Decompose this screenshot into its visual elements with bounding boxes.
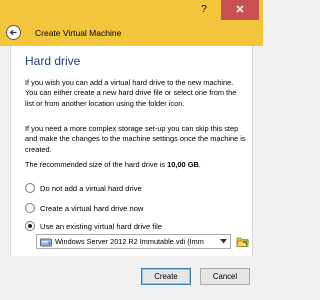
storage-hint-text: If you need a more complex storage set-u… bbox=[25, 124, 246, 154]
recommended-size-text: The recommended size of the hard drive i… bbox=[25, 160, 247, 170]
recommended-size-suffix: . bbox=[198, 160, 201, 169]
close-button[interactable]: ✕ bbox=[221, 0, 259, 20]
wizard-header: Create Virtual Machine bbox=[0, 20, 263, 46]
hard-disk-icon bbox=[40, 238, 52, 247]
recommended-size-prefix: The recommended size of the hard drive i… bbox=[25, 160, 168, 169]
window-title: Create Virtual Machine bbox=[35, 28, 122, 38]
back-arrow-icon bbox=[9, 29, 17, 36]
existing-disk-select[interactable]: Windows Server 2012 R2 Immutable.vdi (Im… bbox=[36, 234, 231, 249]
existing-disk-value: Windows Server 2012 R2 Immutable.vdi (Im… bbox=[55, 237, 204, 246]
radio-create-disk[interactable] bbox=[25, 203, 35, 213]
recommended-size-value: 10,00 GB bbox=[167, 160, 199, 169]
chevron-down-icon[interactable] bbox=[220, 239, 227, 244]
folder-icon[interactable] bbox=[236, 235, 249, 248]
radio-existing-disk[interactable] bbox=[25, 221, 35, 231]
page-title: Hard drive bbox=[25, 54, 81, 68]
option-label: Do not add a virtual hard drive bbox=[40, 184, 142, 193]
radio-selected-dot bbox=[28, 224, 32, 228]
help-button[interactable]: ? bbox=[191, 0, 217, 20]
create-button[interactable]: Create bbox=[141, 268, 191, 285]
back-button[interactable] bbox=[6, 25, 21, 40]
option-label: Use an existing virtual hard drive file bbox=[40, 222, 162, 231]
radio-no-disk[interactable] bbox=[25, 183, 35, 193]
cancel-button[interactable]: Cancel bbox=[200, 268, 250, 285]
option-label: Create a virtual hard drive now bbox=[40, 204, 144, 213]
title-bar: ? ✕ bbox=[0, 0, 263, 20]
intro-text: If you wish you can add a virtual hard d… bbox=[25, 78, 237, 108]
